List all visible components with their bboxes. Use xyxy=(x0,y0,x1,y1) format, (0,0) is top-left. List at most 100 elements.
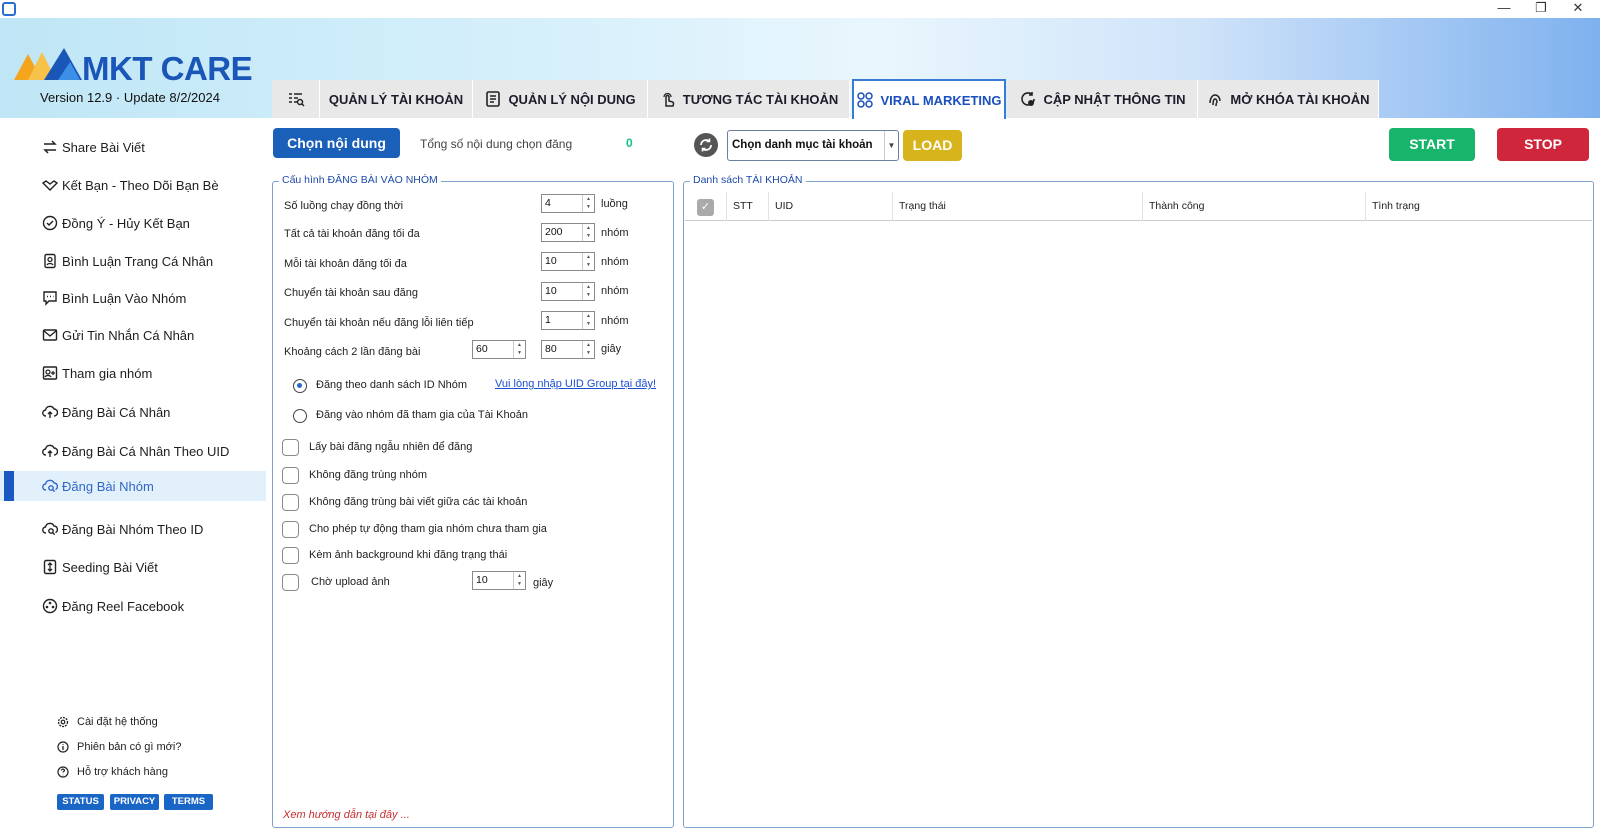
terms-button[interactable]: TERMS xyxy=(164,794,213,810)
interval-min-stepper[interactable]: 60 ▲ ▼ xyxy=(472,340,526,359)
status-button[interactable]: STATUS xyxy=(57,794,104,810)
sidebar-item-post-personal[interactable]: Đăng Bài Cá Nhân xyxy=(0,397,266,427)
stepper-arrows-icon[interactable]: ▲ ▼ xyxy=(582,283,594,300)
switch-after-stepper[interactable]: 10 ▲ ▼ xyxy=(541,282,595,301)
guide-link[interactable]: Xem hướng dẫn tại đây ... xyxy=(283,809,410,821)
threads-label: Số luồng chạy đồng thời xyxy=(284,200,404,212)
stepper-value: 60 xyxy=(476,343,488,355)
sidebar-item-post-reel[interactable]: Đăng Reel Facebook xyxy=(0,591,266,621)
sidebar-item-comment-group[interactable]: Bình Luận Vào Nhóm xyxy=(0,283,266,313)
restore-button[interactable]: ❐ xyxy=(1523,0,1559,18)
sidebar-item-label: Bình Luận Vào Nhóm xyxy=(62,290,187,306)
chevron-down-icon: ▼ xyxy=(884,131,898,160)
sidebar-item-post-group-id[interactable]: Đăng Bài Nhóm Theo ID xyxy=(0,514,266,544)
checkbox-no-duplicate-post[interactable] xyxy=(282,494,299,511)
sidebar-item-label: Kết Bạn - Theo Dõi Bạn Bè xyxy=(62,177,219,193)
gear-icon xyxy=(57,716,69,728)
sidebar-item-send-message[interactable]: Gửi Tin Nhắn Cá Nhân xyxy=(0,320,266,350)
sidebar-item-join-group[interactable]: Tham gia nhóm xyxy=(0,358,266,388)
upload-wait-stepper[interactable]: 10 ▲ ▼ xyxy=(472,571,526,590)
footer-link-label: Cài đặt hệ thống xyxy=(77,716,158,728)
chat-bubble-icon xyxy=(43,291,57,306)
sidebar-item-post-group[interactable]: Đăng Bài Nhóm xyxy=(0,471,266,501)
enter-group-uid-link[interactable]: Vui lòng nhập UID Group tại đây! xyxy=(495,378,656,390)
cloud-upload-icon xyxy=(42,444,58,457)
account-category-select[interactable]: Chọn danh mục tài khoản ▼ xyxy=(727,130,899,161)
checkbox-random-post[interactable] xyxy=(282,439,299,456)
sidebar-item-label: Đăng Bài Cá Nhân xyxy=(62,404,171,420)
threads-unit: luồng xyxy=(601,198,628,210)
tab-update-info[interactable]: CẬP NHẬT THÔNG TIN xyxy=(1008,80,1198,118)
stepper-arrows-icon[interactable]: ▲ ▼ xyxy=(582,341,594,358)
tab-menu[interactable] xyxy=(272,80,320,118)
sidebar-item-seeding[interactable]: Seeding Bài Viết xyxy=(0,552,266,582)
max-per-account-stepper[interactable]: 10 ▲ ▼ xyxy=(541,252,595,271)
stepper-arrows-icon[interactable]: ▲ ▼ xyxy=(582,312,594,329)
logo-text: MKT CARE xyxy=(82,50,253,87)
interval-unit: giây xyxy=(601,343,622,355)
stepper-value: 10 xyxy=(545,285,557,297)
close-button[interactable]: ✕ xyxy=(1560,0,1596,18)
load-button[interactable]: LOAD xyxy=(903,130,962,161)
sidebar-item-comment-profile[interactable]: Bình Luận Trang Cá Nhân xyxy=(0,246,266,276)
cloud-upload-icon xyxy=(42,405,58,418)
interval-max-stepper[interactable]: 80 ▲ ▼ xyxy=(541,340,595,359)
tab-label: MỞ KHÓA TÀI KHOẢN xyxy=(1230,91,1370,107)
radio-post-by-group-id[interactable] xyxy=(293,379,307,393)
checkbox-background-image[interactable] xyxy=(282,547,299,564)
checkbox-no-duplicate-group[interactable] xyxy=(282,467,299,484)
threads-stepper[interactable]: 4 ▲ ▼ xyxy=(541,194,595,213)
select-all-checkbox[interactable]: ✓ xyxy=(697,199,714,216)
refresh-icon[interactable] xyxy=(694,133,718,157)
checkbox-auto-join[interactable] xyxy=(282,521,299,538)
stepper-arrows-icon[interactable]: ▲ ▼ xyxy=(582,195,594,212)
sidebar-item-accept-friend[interactable]: Đồng Ý - Hủy Kết Bạn xyxy=(0,208,266,238)
stepper-arrows-icon[interactable]: ▲ ▼ xyxy=(513,341,525,358)
reel-icon xyxy=(42,598,58,614)
column-uid[interactable]: UID xyxy=(769,192,893,221)
column-success[interactable]: Thành công xyxy=(1143,192,1366,221)
sidebar-item-add-friend[interactable]: Kết Bạn - Theo Dõi Bạn Bè xyxy=(0,170,266,200)
config-group-title: Cấu hình ĐĂNG BÀI VÀO NHÓM xyxy=(279,174,441,186)
switch-on-error-stepper[interactable]: 1 ▲ ▼ xyxy=(541,311,595,330)
choose-content-button[interactable]: Chọn nội dung xyxy=(273,128,400,158)
sidebar-item-label: Bình Luận Trang Cá Nhân xyxy=(62,253,214,269)
start-button[interactable]: START xyxy=(1389,128,1475,161)
radio-post-by-group-id-label: Đăng theo danh sách ID Nhóm xyxy=(316,379,468,391)
radio-post-joined-groups[interactable] xyxy=(293,409,307,423)
tab-label: TƯƠNG TÁC TÀI KHOẢN xyxy=(682,91,839,107)
customer-support-link[interactable]: Hỗ trợ khách hàng xyxy=(57,766,168,778)
column-status[interactable]: Trạng thái xyxy=(893,192,1143,221)
tab-account-interaction[interactable]: TƯƠNG TÁC TÀI KHOẢN xyxy=(648,80,850,118)
sidebar-item-label: Đăng Bài Nhóm xyxy=(62,478,154,494)
checkbox-upload-wait[interactable] xyxy=(282,574,299,591)
interval-label: Khoảng cách 2 lần đăng bài xyxy=(284,346,421,358)
tab-account-management[interactable]: QUẢN LÝ TÀI KHOẢN xyxy=(320,80,473,118)
checkbox-background-image-label: Kèm ảnh background khi đăng trạng thái xyxy=(309,549,508,561)
tab-viral-marketing[interactable]: VIRAL MARKETING xyxy=(852,79,1006,119)
stepper-value: 4 xyxy=(545,197,551,209)
stepper-arrows-icon[interactable]: ▲ ▼ xyxy=(582,224,594,241)
sidebar-item-post-personal-uid[interactable]: Đăng Bài Cá Nhân Theo UID xyxy=(0,436,266,466)
whats-new-link[interactable]: Phiên bản có gì mới? xyxy=(57,741,181,753)
max-total-stepper[interactable]: 200 ▲ ▼ xyxy=(541,223,595,242)
privacy-button[interactable]: PRIVACY xyxy=(110,794,159,810)
account-list-title: Danh sách TÀI KHOẢN xyxy=(690,174,806,186)
stepper-arrows-icon[interactable]: ▲ ▼ xyxy=(513,572,525,589)
checkbox-no-duplicate-post-label: Không đăng trùng bài viết giữa các tài k… xyxy=(309,496,528,508)
total-content-label: Tổng số nội dung chọn đăng xyxy=(420,137,573,151)
stop-button[interactable]: STOP xyxy=(1497,128,1589,161)
tab-unlock-account[interactable]: MỞ KHÓA TÀI KHOẢN xyxy=(1198,80,1379,118)
minimize-button[interactable]: — xyxy=(1486,0,1522,18)
column-stt[interactable]: STT xyxy=(727,192,769,221)
checkbox-random-post-label: Lấy bài đăng ngẫu nhiên để đăng xyxy=(309,441,473,453)
stepper-arrows-icon[interactable]: ▲ ▼ xyxy=(582,253,594,270)
tab-content-management[interactable]: QUẢN LÝ NỘI DUNG xyxy=(473,80,648,118)
system-settings-link[interactable]: Cài đặt hệ thống xyxy=(57,716,158,728)
switch-on-error-unit: nhóm xyxy=(601,315,629,327)
sidebar-item-label: Tham gia nhóm xyxy=(62,365,153,381)
account-list-box xyxy=(683,181,1594,828)
sidebar-item-share-post[interactable]: Share Bài Viết xyxy=(0,132,266,162)
menu-search-icon xyxy=(288,93,305,107)
column-condition[interactable]: Tình trạng xyxy=(1366,192,1592,221)
